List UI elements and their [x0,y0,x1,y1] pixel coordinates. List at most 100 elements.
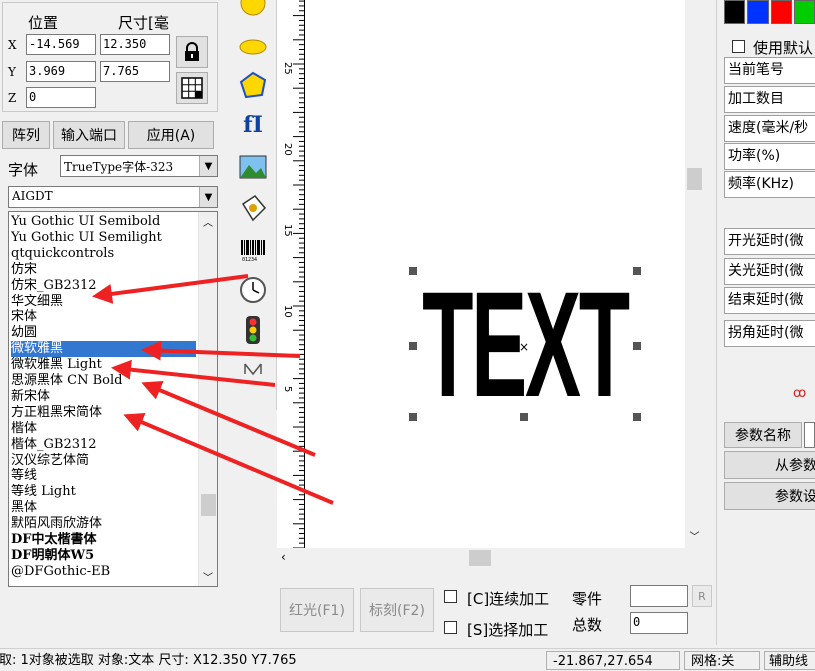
selection-handle-ml[interactable] [409,342,417,350]
selection-handle-br[interactable] [633,413,641,421]
frequency-row: 频率(KHz) [724,171,815,198]
z-label: Z [8,91,17,105]
scrollbar-thumb[interactable] [201,494,216,516]
font-list-item[interactable]: DF明朝体W5 [11,548,196,564]
pen-color-blue[interactable] [747,0,769,24]
font-list-item[interactable]: 微软雅黑 Light [11,357,196,373]
pen-color-green[interactable] [793,0,815,24]
reset-button[interactable]: R [692,585,712,607]
font-list-item[interactable]: 方正粗黑宋简体 [11,405,196,421]
param-name-field[interactable] [804,422,815,448]
text-tool-icon: fI [243,112,263,138]
ruler-label: 25 [282,62,293,75]
font-list-item[interactable]: 仿宋 [11,262,196,278]
io-signal-tool[interactable] [236,315,270,345]
array-button[interactable]: 阵列 [2,121,50,149]
ellipse-tool[interactable] [236,32,270,62]
pen-color-black[interactable] [724,0,746,24]
font-list-item[interactable]: DF中太楷書体 [11,532,196,548]
param-name-button[interactable]: 参数名称 [724,422,802,448]
status-guides[interactable]: 辅助线 [764,651,815,670]
font-list-item[interactable]: 等线 Light [11,484,196,500]
font-type-select[interactable]: TrueType字体-323 ▼ [60,155,218,177]
font-list-item[interactable]: 幼圆 [11,325,196,341]
font-list-item[interactable]: qtquickcontrols [11,246,196,262]
bitmap-tool[interactable] [236,152,270,182]
polygon-tool[interactable] [236,70,270,100]
vector-file-icon [241,195,267,222]
timer-tool[interactable] [236,275,270,305]
status-coords: -21.867,27.654 [546,651,680,670]
lock-icon [185,42,199,61]
scrollbar-thumb[interactable] [687,168,702,190]
input-port-button[interactable]: 输入端口 [53,121,125,149]
chevron-down-icon[interactable]: ▼ [199,156,217,176]
selection-handle-bm[interactable] [520,413,528,421]
selection-handle-bl[interactable] [409,413,417,421]
font-list-item[interactable]: 默陌风雨欣游体 [11,516,196,532]
size-header: 尺寸[毫 [118,14,169,32]
continuous-process-label: [C]连续加工 [467,590,550,608]
parts-input[interactable] [630,585,688,607]
move-axis-tool[interactable] [236,355,270,385]
scroll-left-icon[interactable]: ‹ [281,550,286,564]
selection-handle-mr[interactable] [633,342,641,350]
font-list-item[interactable]: 微软雅黑 [11,341,196,358]
y-label: Y [8,65,16,79]
chevron-down-icon[interactable]: ▼ [199,187,217,207]
width-input[interactable]: 12.350 [100,34,170,55]
font-list-item[interactable]: 思源黑体 CN Bold [11,373,196,389]
select-process-checkbox[interactable] [444,621,457,634]
font-list-item[interactable]: Yu Gothic UI Semilight [11,230,196,246]
grid-position-button[interactable] [176,72,208,104]
barcode-tool[interactable]: 01234 [236,235,270,265]
font-list-item[interactable]: 仿宋_GB2312 [11,278,196,294]
ellipse-icon [239,39,267,55]
canvas-vertical-scrollbar[interactable]: ﹀ [685,0,704,548]
font-list[interactable]: @DFGothic-EB DF明朝体W5 DF中太楷書体 默陌风雨欣游体 黑体 等线 Li… [8,211,218,587]
z-position-input[interactable]: 0 [26,87,96,108]
font-list-item[interactable]: 新宋体 [11,389,196,405]
param-set-button[interactable]: 参数设 [724,482,815,510]
font-list-item[interactable]: 等线 [11,468,196,484]
canvas-horizontal-scrollbar[interactable]: ‹ [277,548,704,568]
font-list-scrollbar[interactable]: ︿ ﹀ [198,212,217,586]
font-list-item[interactable]: 楷体 [11,421,196,437]
circle-tool[interactable] [236,0,270,18]
scroll-down-icon[interactable]: ﹀ [199,569,217,584]
mark-button[interactable]: 标刻(F2) [360,588,434,632]
font-list-item[interactable]: 楷体_GB2312 [11,437,196,453]
continuous-process-checkbox[interactable] [444,590,457,603]
font-list-item[interactable]: 宋体 [11,309,196,325]
font-list-item[interactable]: 汉仪综艺体简 [11,453,196,469]
total-label: 总数 [572,616,603,634]
height-input[interactable]: 7.765 [100,61,170,82]
font-list-item[interactable]: 黑体 [11,500,196,516]
selection-handle-tl[interactable] [409,267,417,275]
scroll-down-icon[interactable]: ﹀ [685,528,704,543]
text-tool[interactable]: fI [236,110,270,140]
font-list-item[interactable]: Yu Gothic UI Semibold [11,214,196,230]
font-list-item[interactable]: @DFGothic-EB [11,564,196,580]
scrollbar-thumb[interactable] [469,550,491,566]
red-light-button[interactable]: 红光(F1) [280,588,354,632]
vector-file-tool[interactable] [236,193,270,223]
y-position-input[interactable]: 3.969 [26,61,96,82]
font-list-item[interactable]: 华文细黑 [11,294,196,310]
x-label: X [8,38,17,52]
wave-icon: ꝏ [793,386,807,401]
lock-ratio-button[interactable] [176,36,208,68]
scroll-up-icon[interactable]: ︿ [199,214,217,229]
font-name-select[interactable]: AIGDT ▼ [8,186,218,208]
status-grid[interactable]: 网格:关 [684,651,760,670]
total-input[interactable]: 0 [630,612,688,634]
drawing-toolbar: fI 01234 [230,0,277,410]
from-param-button[interactable]: 从参数 [724,451,815,479]
selection-handle-tr[interactable] [633,267,641,275]
grid-icon [181,77,203,99]
x-position-input[interactable]: -14.569 [26,34,96,55]
apply-button[interactable]: 应用(A) [128,121,214,149]
pen-color-red[interactable] [770,0,792,24]
use-default-checkbox[interactable] [732,40,745,53]
ruler-label: 15 [282,224,293,237]
